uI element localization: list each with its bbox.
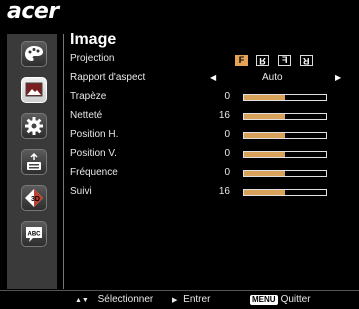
osd-menu: acer 3D ABC Image Projection F R F R Rap…: [0, 0, 359, 309]
acer-logo: acer: [7, 0, 59, 24]
footer-select-label: Sélectionner: [97, 294, 154, 305]
sidebar-item-settings[interactable]: [21, 113, 47, 139]
sidebar: 3D ABC: [7, 34, 57, 289]
tracking-value: 16: [218, 186, 230, 197]
enter-arrow-icon: ▶: [172, 297, 178, 304]
footer-select-hint: ▲▼ Sélectionner: [75, 294, 153, 305]
projection-front-icon[interactable]: F: [235, 55, 248, 66]
slider-fill: [244, 114, 285, 119]
footer-enter-label: Entrer: [183, 294, 211, 305]
image-icon: [25, 82, 43, 97]
row-label: Position H.: [70, 129, 119, 140]
h-position-value: 0: [224, 129, 230, 140]
slider-fill: [244, 190, 285, 195]
keystone-value: 0: [224, 91, 230, 102]
footer-quit-hint: MENU Quitter: [250, 294, 311, 305]
keystone-slider[interactable]: [243, 94, 327, 101]
svg-text:3D: 3D: [31, 196, 40, 203]
sharpness-value: 16: [218, 110, 230, 121]
row-label: Projection: [70, 53, 115, 64]
svg-text:ABC: ABC: [28, 232, 42, 238]
row-label: Rapport d'aspect: [70, 72, 146, 83]
arrow-right-icon[interactable]: ▶: [335, 73, 341, 82]
sidebar-item-3d[interactable]: 3D: [21, 185, 47, 211]
sidebar-divider: [63, 34, 64, 289]
palette-icon: [25, 46, 43, 61]
projection-rear-ceiling-icon[interactable]: R: [300, 55, 313, 66]
sharpness-slider[interactable]: [243, 113, 327, 120]
v-position-value: 0: [224, 148, 230, 159]
footer-quit-label: Quitter: [280, 294, 311, 305]
row-label: Fréquence: [70, 167, 118, 178]
sidebar-item-image[interactable]: [21, 77, 47, 103]
frequency-value: 0: [224, 167, 230, 178]
aspect-ratio-value: Auto: [262, 72, 283, 83]
row-label: Trapèze: [70, 91, 107, 102]
menu-key-icon: MENU: [250, 295, 278, 305]
projection-rear-icon[interactable]: R: [256, 55, 269, 66]
frequency-slider[interactable]: [243, 170, 327, 177]
tracking-slider[interactable]: [243, 189, 327, 196]
sidebar-item-management[interactable]: [21, 149, 47, 175]
slider-fill: [244, 171, 285, 176]
h-position-slider[interactable]: [243, 132, 327, 139]
gear-icon: [25, 117, 43, 135]
slider-fill: [244, 133, 285, 138]
footer-divider: [0, 290, 359, 291]
up-down-arrows-icon: ▲▼: [75, 297, 89, 304]
slider-fill: [244, 152, 285, 157]
page-title: Image: [70, 31, 117, 48]
footer-enter-hint: ▶ Entrer: [172, 294, 210, 305]
3d-icon: 3D: [25, 189, 43, 207]
projection-ceiling-icon[interactable]: F: [278, 55, 291, 66]
sidebar-item-color[interactable]: [21, 41, 47, 67]
v-position-slider[interactable]: [243, 151, 327, 158]
slider-fill: [244, 95, 285, 100]
language-icon: ABC: [26, 227, 42, 242]
arrow-left-icon[interactable]: ◀: [210, 73, 216, 82]
row-label: Position V.: [70, 148, 117, 159]
row-label: Netteté: [70, 110, 103, 121]
sidebar-item-language[interactable]: ABC: [21, 221, 47, 247]
audio-settings-icon: [27, 152, 41, 170]
row-label: Suivi: [70, 186, 92, 197]
